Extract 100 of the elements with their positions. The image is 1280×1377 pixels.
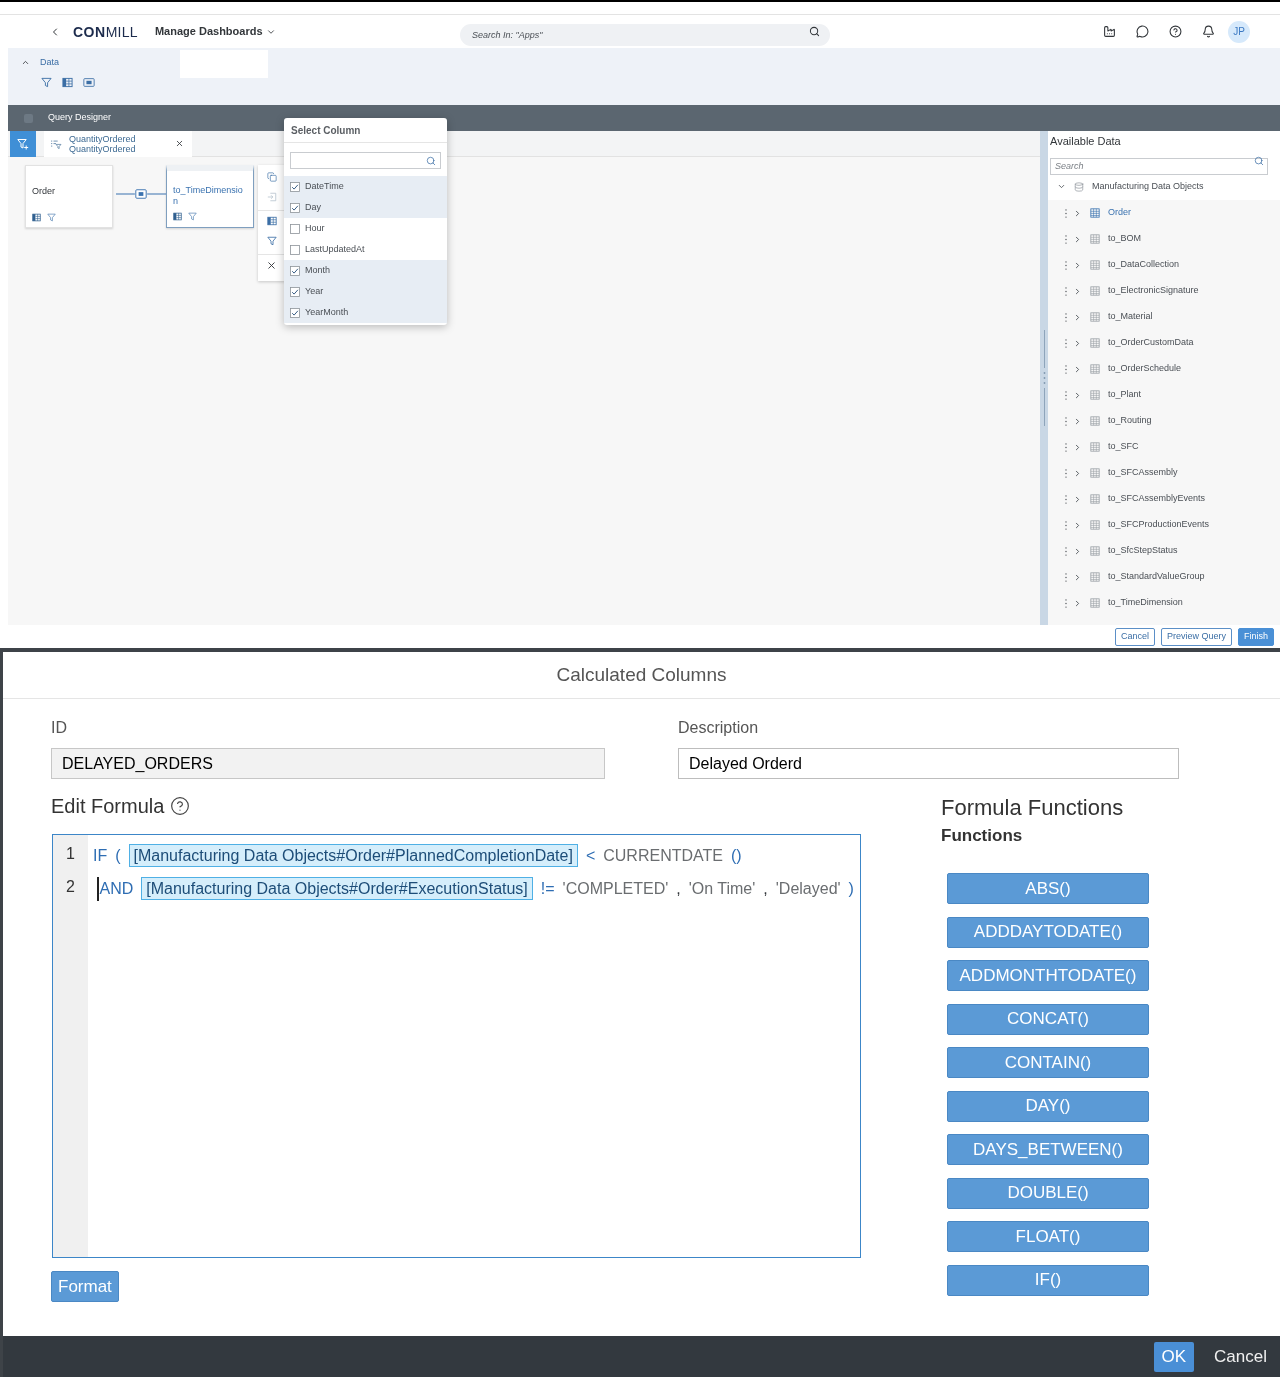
columns-icon[interactable] (266, 216, 277, 226)
columns-icon[interactable] (32, 213, 41, 222)
close-icon[interactable] (266, 259, 277, 271)
chevron-right-icon[interactable] (1073, 520, 1082, 530)
drag-handle-icon[interactable] (1065, 364, 1067, 374)
query-node[interactable]: to_TimeDimension (166, 165, 254, 228)
filter-chip[interactable]: QuantityOrdered QuantityOrdered (44, 130, 192, 157)
filter-icon[interactable] (266, 236, 277, 246)
tree-item-label[interactable]: to_Material (1108, 310, 1153, 324)
chevron-down-icon[interactable] (1057, 182, 1066, 191)
query-node[interactable]: Order (25, 165, 113, 228)
drag-handle-icon[interactable] (1065, 468, 1067, 478)
tree-item-label[interactable]: to_Routing (1108, 414, 1152, 428)
join-icon[interactable] (83, 77, 95, 88)
column-option[interactable]: YearMonth (284, 302, 447, 323)
chevron-right-icon[interactable] (1073, 338, 1082, 348)
checkbox[interactable] (290, 286, 300, 297)
drag-handle-icon[interactable] (1065, 494, 1067, 504)
join-connector[interactable] (116, 188, 166, 200)
secondary-button[interactable]: Cancel (1114, 627, 1155, 646)
filter-icon[interactable] (188, 212, 197, 221)
field-token[interactable]: [Manufacturing Data Objects#Order#PlannedCompletionDate] (128, 844, 578, 867)
column-option[interactable]: DateTime (284, 176, 447, 197)
tree-item-label[interactable]: Order (1108, 206, 1131, 220)
tree-item-label[interactable]: to_SFCProductionEvents (1108, 518, 1210, 532)
column-option[interactable]: Month (284, 260, 447, 281)
tree-item-label[interactable]: to_BOM (1108, 232, 1141, 246)
help-icon[interactable] (170, 796, 191, 816)
search-icon[interactable] (809, 26, 820, 37)
chevron-right-icon[interactable] (1073, 468, 1082, 478)
chat-icon[interactable] (1136, 25, 1149, 38)
secondary-button[interactable]: Preview Query (1160, 627, 1232, 646)
add-filter-button[interactable] (10, 130, 36, 157)
tree-item-label[interactable]: to_SFC (1108, 440, 1139, 454)
formula-editor[interactable]: 1 2 IF ( [Manufacturing Data Objects#Order#PlannedCompletionDate] < CURRENTDATE () AND [Manufacturing Data Objects#Order#ExecutionStatus] != 'COMPLETED' , 'On Time' , 'Delayed' ) (52, 834, 861, 1258)
chevron-right-icon[interactable] (1073, 312, 1082, 322)
drag-handle-icon[interactable] (1065, 234, 1067, 244)
checkbox[interactable] (290, 202, 300, 213)
drag-handle-icon[interactable] (1065, 390, 1067, 400)
drag-handle-icon[interactable] (1065, 546, 1067, 556)
tree-item-label[interactable]: Manufacturing Data Objects (1092, 179, 1204, 194)
tree-item-label[interactable]: to_OrderSchedule (1108, 362, 1182, 376)
tree-item-label[interactable]: to_OrderCustomData (1108, 336, 1194, 350)
logo[interactable]: CONMILL (73, 23, 138, 40)
factory-icon[interactable] (1103, 25, 1116, 38)
tree-item-label[interactable]: to_DataCollection (1108, 258, 1180, 272)
column-option[interactable]: LastUpdatedAt (284, 239, 447, 260)
splitter-handle[interactable] (1040, 131, 1048, 625)
filter-icon[interactable] (47, 213, 56, 222)
tree-item-label[interactable]: to_SFCAssemblyEvents (1108, 492, 1206, 506)
checkbox[interactable] (290, 244, 300, 255)
notifications-icon[interactable] (1202, 25, 1215, 38)
chevron-right-icon[interactable] (1073, 572, 1082, 582)
search-field[interactable] (290, 152, 441, 169)
checkbox[interactable] (290, 265, 300, 276)
tree-item-label[interactable]: to_ElectronicSignature (1108, 284, 1199, 298)
checkbox[interactable] (290, 223, 300, 234)
column-option[interactable]: Year (284, 281, 447, 302)
checkbox[interactable] (290, 181, 300, 192)
search-field[interactable]: Search In: "Apps" (460, 23, 830, 46)
columns-icon[interactable] (173, 212, 182, 221)
chevron-right-icon[interactable] (1073, 598, 1082, 608)
tree-item-label[interactable]: to_SFCAssembly (1108, 466, 1178, 480)
drag-handle-icon[interactable] (1065, 312, 1067, 322)
tree-item-label[interactable]: to_Plant (1108, 388, 1142, 402)
tree-item-label[interactable]: to_SfcStepStatus (1108, 544, 1178, 558)
chevron-right-icon[interactable] (1073, 546, 1082, 556)
chevron-right-icon[interactable] (1073, 260, 1082, 270)
drag-handle-icon[interactable] (1065, 208, 1067, 218)
column-option[interactable]: Day (284, 197, 447, 218)
chevron-right-icon[interactable] (1073, 494, 1082, 504)
chevron-right-icon[interactable] (1073, 390, 1082, 400)
copy-icon[interactable] (266, 172, 277, 182)
column-option[interactable]: Hour (284, 218, 447, 239)
checkbox[interactable] (290, 307, 300, 318)
drag-handle-icon[interactable] (1065, 520, 1067, 530)
drag-handle-icon[interactable] (1065, 286, 1067, 296)
filter-icon[interactable] (41, 77, 52, 88)
search-field[interactable]: Search (1050, 157, 1268, 175)
drag-handle-icon[interactable] (1065, 572, 1067, 582)
chevron-right-icon[interactable] (1073, 442, 1082, 452)
help-icon[interactable] (1169, 25, 1182, 38)
cancel-button[interactable]: Cancel (1204, 1341, 1277, 1372)
drag-handle-icon[interactable] (1065, 260, 1067, 270)
field-token[interactable]: [Manufacturing Data Objects#Order#ExecutionStatus] (141, 877, 533, 900)
drag-handle-icon[interactable] (1065, 442, 1067, 452)
tree-item-label[interactable]: to_StandardValueGroup (1108, 570, 1205, 584)
chevron-right-icon[interactable] (1073, 416, 1082, 426)
user-avatar[interactable]: JP (1228, 20, 1250, 43)
chevron-right-icon[interactable] (1073, 364, 1082, 374)
chevron-right-icon[interactable] (1073, 208, 1082, 218)
text-input[interactable]: Delayed Orderd (678, 748, 1179, 779)
drag-handle-icon[interactable] (1065, 416, 1067, 426)
drag-handle-icon[interactable] (1065, 338, 1067, 348)
tree-item-label[interactable]: to_TimeDimension (1108, 596, 1183, 610)
app-title-menu[interactable]: Manage Dashboards (154, 23, 276, 40)
drag-handle-icon[interactable] (1065, 598, 1067, 608)
columns-icon[interactable] (62, 77, 73, 88)
chevron-right-icon[interactable] (1073, 286, 1082, 296)
close-icon[interactable] (175, 139, 184, 148)
